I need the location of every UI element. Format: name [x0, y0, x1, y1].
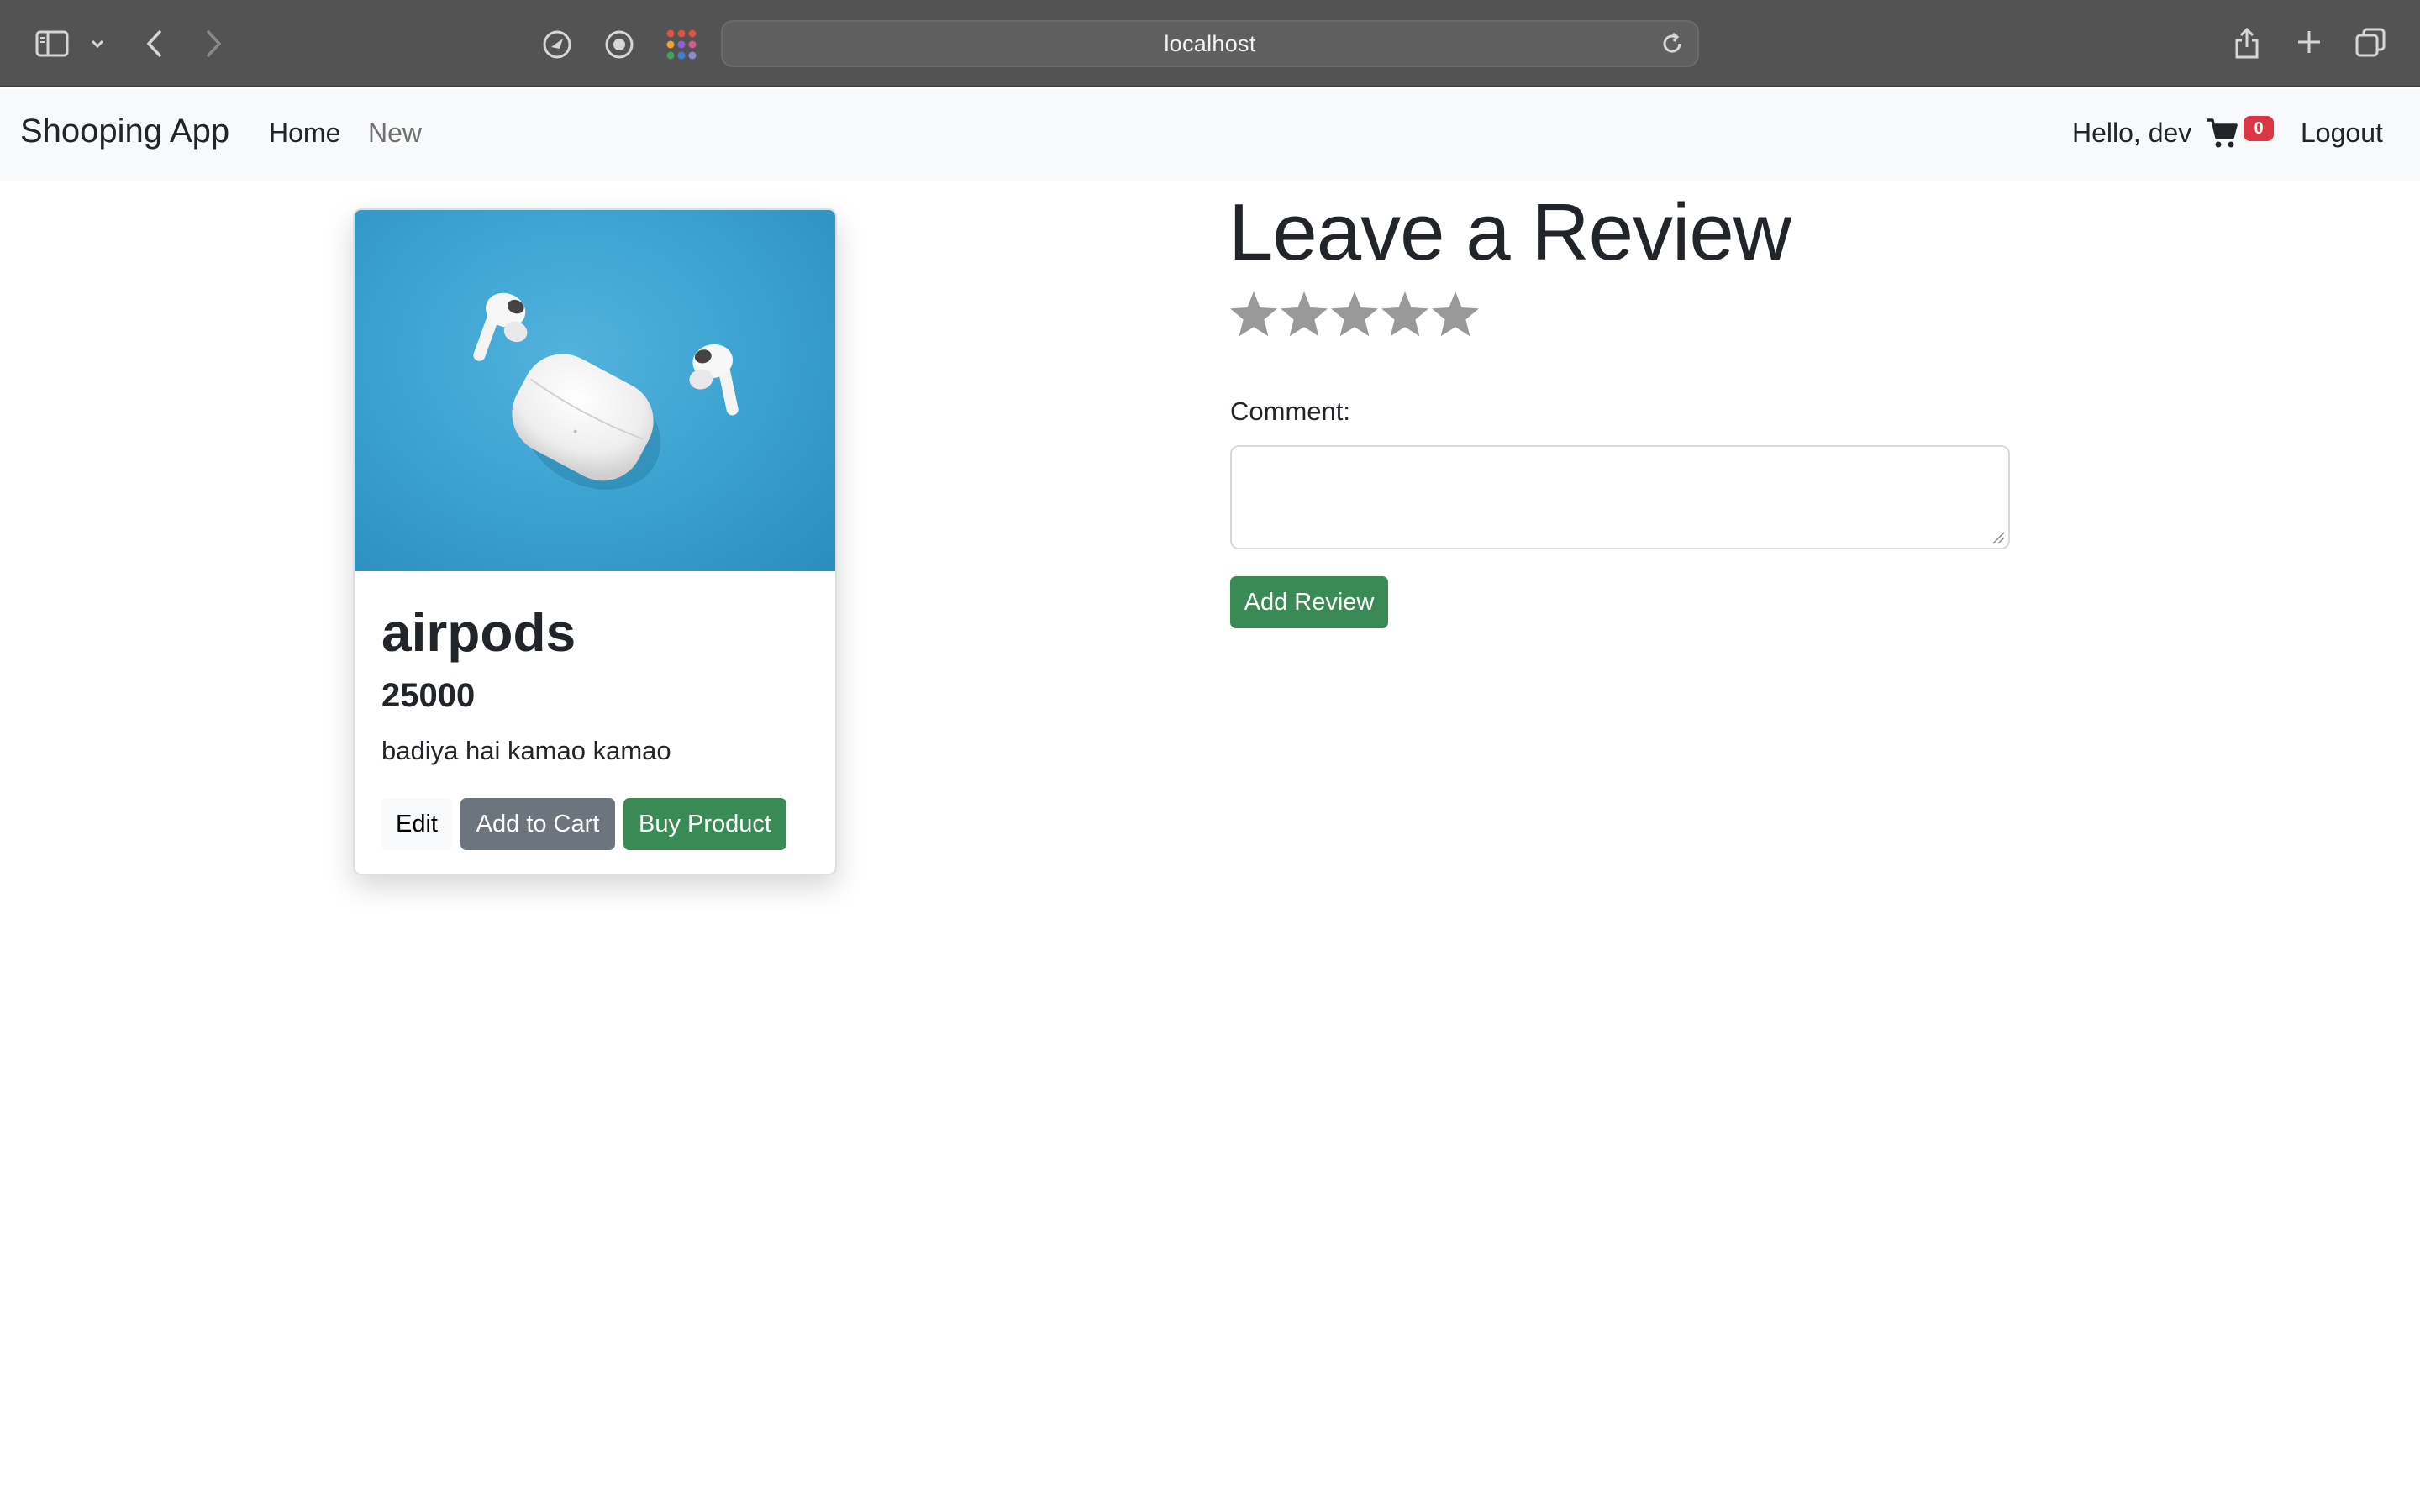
product-description: badiya hai kamao kamao [381, 736, 671, 765]
navbar-brand[interactable]: Shooping App [20, 113, 229, 150]
edit-button[interactable]: Edit [381, 798, 452, 850]
tabs-overview-icon[interactable] [2353, 25, 2388, 60]
logout-link[interactable]: Logout [2301, 118, 2383, 149]
add-review-button[interactable]: Add Review [1230, 576, 1388, 628]
product-card: airpods 25000 badiya hai kamao kamao Edi… [353, 208, 837, 875]
back-icon[interactable] [139, 25, 170, 62]
star-5-icon[interactable] [1430, 289, 1481, 341]
apps-grid-icon[interactable] [664, 27, 699, 62]
product-image [355, 210, 835, 571]
address-bar[interactable]: localhost [721, 20, 1699, 67]
reload-icon[interactable] [1659, 30, 1689, 60]
record-icon[interactable] [602, 27, 637, 62]
product-name: airpods [381, 602, 576, 663]
star-3-icon[interactable] [1329, 289, 1380, 341]
product-price: 25000 [381, 677, 476, 714]
star-4-icon[interactable] [1380, 289, 1430, 341]
privacy-icon[interactable] [539, 27, 575, 62]
share-icon[interactable] [2230, 24, 2264, 62]
star-1-icon[interactable] [1228, 289, 1279, 341]
add-to-cart-button[interactable]: Add to Cart [460, 798, 615, 850]
buy-product-button[interactable]: Buy Product [623, 798, 786, 850]
star-2-icon[interactable] [1279, 289, 1329, 341]
review-heading: Leave a Review [1228, 187, 1791, 277]
nav-link-home[interactable]: Home [269, 118, 340, 149]
sidebar-icon[interactable] [34, 27, 71, 60]
star-rating[interactable] [1228, 289, 1481, 344]
address-text: localhost [1164, 30, 1256, 56]
forward-icon[interactable] [198, 25, 229, 62]
comment-textarea[interactable] [1230, 445, 2010, 549]
navbar: Shooping App Home New Hello, dev 0 Logou… [0, 89, 2420, 181]
new-tab-icon[interactable] [2292, 25, 2326, 59]
nav-link-new[interactable]: New [368, 118, 422, 149]
comment-label: Comment: [1230, 396, 1350, 426]
chevron-down-icon[interactable] [87, 34, 108, 54]
user-greeting: Hello, dev [2072, 118, 2192, 148]
cart-count-badge: 0 [2244, 116, 2274, 141]
resize-grip-icon[interactable] [1991, 531, 2005, 544]
cart-icon[interactable] [2205, 116, 2242, 153]
browser-toolbar: localhost [0, 0, 2420, 87]
